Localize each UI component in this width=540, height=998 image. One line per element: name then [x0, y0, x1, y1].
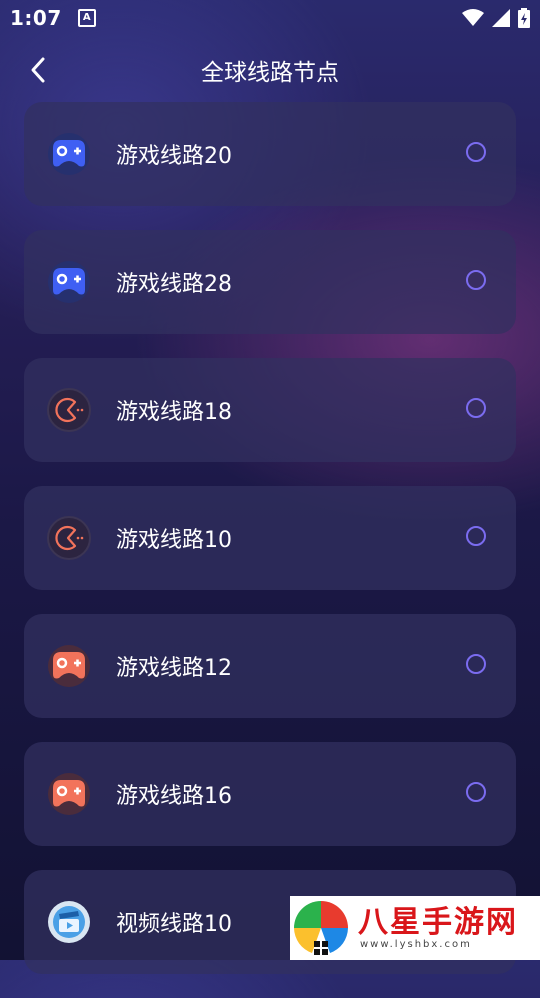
watermark-text: 八星手游网 — [358, 904, 518, 940]
pacman-outline-icon — [47, 516, 91, 560]
route-label: 游戏线路10 — [116, 528, 232, 553]
route-radio[interactable] — [466, 270, 486, 290]
route-label: 游戏线路20 — [116, 144, 232, 169]
gamepad-blue-icon — [47, 260, 91, 304]
route-radio[interactable] — [466, 398, 486, 418]
route-item[interactable]: 游戏线路28 — [24, 230, 516, 334]
watermark-logo: 八星手游网 www.lyshbx.com — [290, 896, 540, 960]
back-button[interactable] — [22, 54, 54, 86]
wifi-icon — [462, 9, 484, 26]
route-label: 视频线路10 — [116, 912, 232, 937]
route-item[interactable]: 游戏线路16 — [24, 742, 516, 846]
route-item[interactable]: 游戏线路10 — [24, 486, 516, 590]
status-time: 1:07 — [10, 6, 62, 30]
watermark-emblem-icon — [294, 901, 348, 955]
route-radio[interactable] — [466, 142, 486, 162]
route-radio[interactable] — [466, 654, 486, 674]
page-title: 全球线路节点 — [201, 60, 339, 86]
gamepad-blue-icon — [47, 132, 91, 176]
route-label: 游戏线路16 — [116, 784, 232, 809]
notification-a-icon: A — [77, 9, 96, 27]
video-clapper-icon — [47, 900, 91, 944]
signal-icon — [492, 9, 510, 27]
chevron-left-icon — [31, 57, 45, 83]
header: 全球线路节点 — [0, 40, 540, 100]
battery-icon — [518, 8, 530, 28]
status-left: 1:07 A — [10, 6, 96, 30]
route-label: 游戏线路18 — [116, 400, 232, 425]
status-right — [462, 8, 530, 28]
route-radio[interactable] — [466, 782, 486, 802]
gamepad-orange-icon — [47, 772, 91, 816]
gamepad-orange-icon — [47, 644, 91, 688]
status-bar: 1:07 A — [0, 0, 540, 36]
route-label: 游戏线路28 — [116, 272, 232, 297]
route-item[interactable]: 游戏线路18 — [24, 358, 516, 462]
route-item[interactable]: 游戏线路12 — [24, 614, 516, 718]
route-item[interactable]: 游戏线路20 — [24, 102, 516, 206]
route-radio[interactable] — [466, 526, 486, 546]
watermark-url: www.lyshbx.com — [360, 938, 472, 950]
watermark-text-block: 八星手游网 www.lyshbx.com — [352, 904, 518, 950]
pacman-outline-icon — [47, 388, 91, 432]
route-list: 游戏线路20 游戏线路28 游戏线路18 游戏线路10 游戏线路12 游戏线路1… — [24, 102, 516, 998]
route-label: 游戏线路12 — [116, 656, 232, 681]
